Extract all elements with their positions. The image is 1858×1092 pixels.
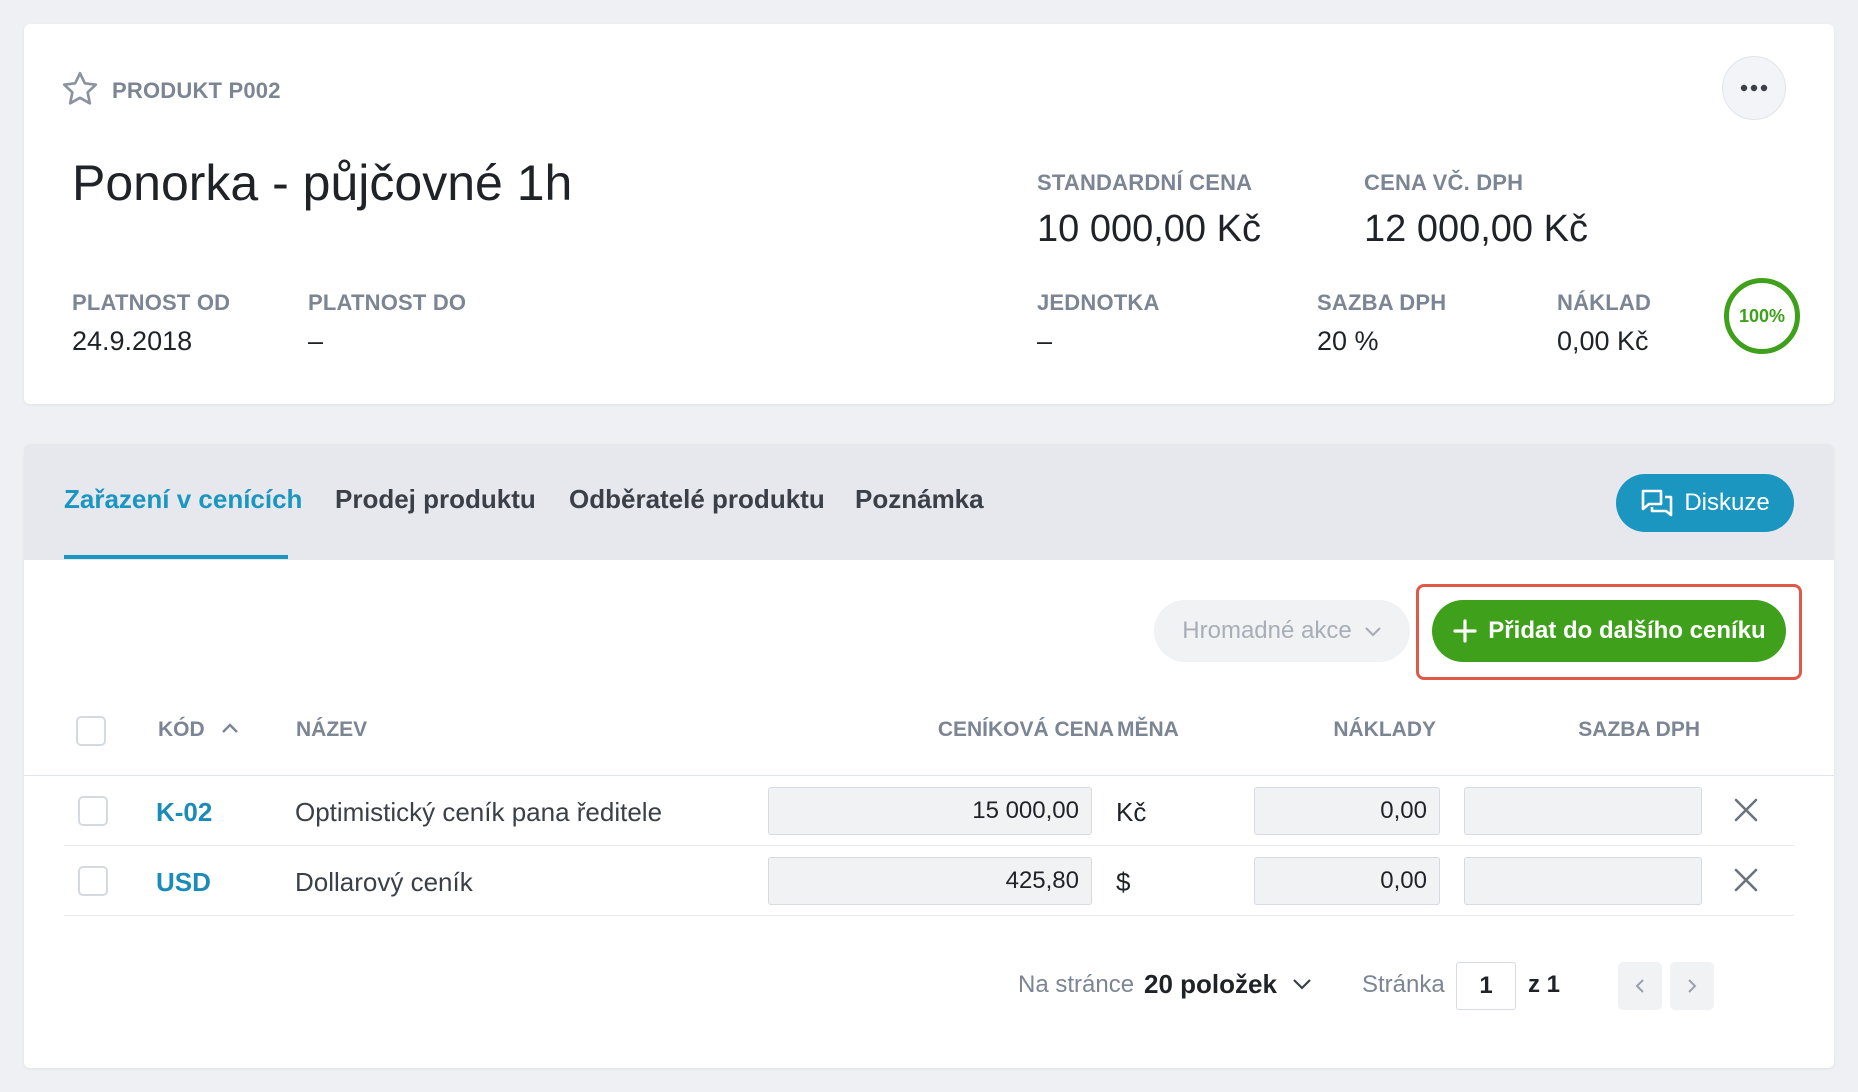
column-header-code[interactable]: KÓD xyxy=(158,718,239,742)
chevron-down-icon xyxy=(1364,627,1381,637)
completeness-badge: 100% xyxy=(1724,278,1800,354)
valid-to-label: PLATNOST DO xyxy=(308,290,467,315)
column-header-costs: NÁKLADY xyxy=(1333,718,1436,741)
tab-note[interactable]: Poznámka xyxy=(855,484,984,515)
vat-rate-label: SAZBA DPH xyxy=(1317,290,1447,315)
row-code-link[interactable]: USD xyxy=(156,867,211,898)
next-page-button[interactable] xyxy=(1670,962,1714,1010)
row-divider xyxy=(64,915,1794,916)
more-dots-icon xyxy=(1740,84,1768,92)
sort-ascending-icon xyxy=(221,723,238,733)
active-tab-indicator xyxy=(64,555,288,559)
chat-icon xyxy=(1642,489,1673,517)
star-icon[interactable] xyxy=(60,69,100,109)
pricelist-price-input[interactable]: 15 000,00 xyxy=(768,787,1092,835)
column-header-price: CENÍKOVÁ CENA xyxy=(937,718,1114,741)
costs-input[interactable]: 0,00 xyxy=(1254,857,1440,905)
add-to-pricelist-button[interactable]: Přidat do dalšího ceníku xyxy=(1432,600,1786,662)
row-name: Optimistický ceník pana ředitele xyxy=(295,797,663,827)
cost-label: NÁKLAD xyxy=(1557,290,1652,315)
vat-rate-input[interactable] xyxy=(1464,857,1702,905)
select-all-checkbox[interactable] xyxy=(76,716,106,746)
unit-value: – xyxy=(1037,326,1053,356)
tab-product-sales[interactable]: Prodej produktu xyxy=(335,484,536,515)
per-page-value: 20 položek xyxy=(1144,969,1277,999)
standard-price-value: 10 000,00 Kč xyxy=(1037,208,1261,250)
row-code-link[interactable]: K-02 xyxy=(156,797,212,828)
table-header-divider xyxy=(24,775,1834,776)
tab-bar: Zařazení v cenících Prodej produktu Odbě… xyxy=(24,444,1834,560)
chevron-right-icon xyxy=(1688,979,1697,993)
vat-rate-value: 20 % xyxy=(1317,326,1379,356)
unit-label: JEDNOTKA xyxy=(1037,290,1160,315)
standard-price-label: STANDARDNÍ CENA xyxy=(1037,170,1253,195)
bulk-actions-dropdown[interactable]: Hromadné akce xyxy=(1154,600,1410,662)
pricelist-card: Zařazení v cenících Prodej produktu Odbě… xyxy=(24,444,1834,1068)
per-page-dropdown[interactable]: 20 položek xyxy=(1144,969,1312,1000)
remove-row-icon[interactable] xyxy=(1728,792,1764,828)
tab-pricelists[interactable]: Zařazení v cenících xyxy=(64,484,302,515)
per-page-label: Na stránce xyxy=(1018,971,1135,998)
page-label: Stránka xyxy=(1362,971,1445,998)
row-divider xyxy=(64,845,1794,846)
column-header-vat: SAZBA DPH xyxy=(1578,718,1700,741)
tab-product-customers[interactable]: Odběratelé produktu xyxy=(569,484,825,515)
row-checkbox[interactable] xyxy=(78,866,108,896)
price-vat-value: 12 000,00 Kč xyxy=(1364,208,1588,250)
previous-page-button[interactable] xyxy=(1618,962,1662,1010)
row-currency: $ xyxy=(1116,867,1131,897)
more-options-button[interactable] xyxy=(1722,56,1786,120)
page-title: Ponorka - půjčovné 1h xyxy=(72,155,573,211)
plus-icon xyxy=(1453,619,1477,643)
discussion-button[interactable]: Diskuze xyxy=(1616,474,1794,532)
valid-from-label: PLATNOST OD xyxy=(72,290,231,315)
column-code-label: KÓD xyxy=(158,718,205,741)
discussion-button-label: Diskuze xyxy=(1684,489,1770,516)
vat-rate-input[interactable] xyxy=(1464,787,1702,835)
cost-value: 0,00 Kč xyxy=(1557,326,1649,356)
row-checkbox[interactable] xyxy=(78,796,108,826)
product-code: PRODUKT P002 xyxy=(112,78,281,103)
row-name: Dollarový ceník xyxy=(295,867,473,897)
valid-to-value: – xyxy=(308,326,324,356)
chevron-left-icon xyxy=(1635,979,1644,993)
column-header-name: NÁZEV xyxy=(296,718,368,741)
page-number-input[interactable]: 1 xyxy=(1456,962,1516,1010)
remove-row-icon[interactable] xyxy=(1728,862,1764,898)
column-header-currency: MĚNA xyxy=(1117,718,1179,741)
pricelist-price-input[interactable]: 425,80 xyxy=(768,857,1092,905)
add-to-pricelist-label: Přidat do dalšího ceníku xyxy=(1488,617,1766,644)
page-total: z 1 xyxy=(1528,971,1561,998)
chevron-down-icon xyxy=(1293,979,1311,990)
price-vat-label: CENA VČ. DPH xyxy=(1364,170,1524,195)
bulk-actions-label: Hromadné akce xyxy=(1182,617,1352,644)
product-header-card: PRODUKT P002 Ponorka - půjčovné 1h STAND… xyxy=(24,24,1834,404)
valid-from-value: 24.9.2018 xyxy=(72,326,193,356)
costs-input[interactable]: 0,00 xyxy=(1254,787,1440,835)
row-currency: Kč xyxy=(1116,797,1147,827)
